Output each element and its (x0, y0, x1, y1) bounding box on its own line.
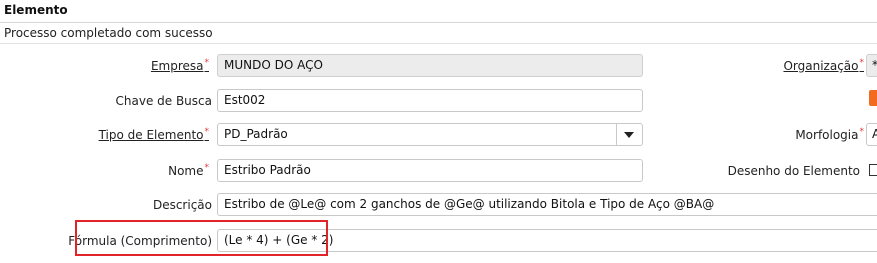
orange-action-icon[interactable] (869, 90, 877, 106)
status-message: Processo completado com sucesso (4, 26, 213, 40)
nome-label: Nome* (168, 163, 210, 178)
organizacao-field: * (866, 54, 877, 77)
desenho-checkbox[interactable] (869, 164, 877, 176)
window-title: Elemento (4, 3, 68, 17)
chave-input[interactable]: Est002 (217, 89, 643, 112)
morfologia-label: Morfologia* (795, 127, 865, 142)
empresa-field: MUNDO DO AÇO (217, 54, 643, 77)
morfologia-select[interactable]: A (866, 123, 877, 146)
tipo-select[interactable]: PD_Padrão (217, 123, 643, 146)
required-marker: * (204, 127, 210, 137)
window-header: Elemento (0, 0, 877, 23)
chevron-down-icon[interactable] (616, 124, 642, 145)
required-marker: * (204, 58, 210, 68)
tipo-label[interactable]: Tipo de Elemento* (99, 127, 210, 142)
descricao-label: Descrição (152, 198, 212, 212)
highlight-box (75, 220, 328, 256)
organizacao-label[interactable]: Organização* (783, 58, 865, 73)
empresa-label[interactable]: Empresa* (151, 58, 210, 73)
required-marker: * (204, 163, 210, 173)
tipo-select-value: PD_Padrão (224, 127, 288, 141)
chave-label: Chave de Busca (115, 94, 213, 108)
desenho-label: Desenho do Elemento (727, 164, 860, 178)
divider (0, 43, 877, 44)
nome-input[interactable]: Estribo Padrão (217, 159, 643, 182)
required-marker: * (859, 127, 865, 137)
descricao-input[interactable]: Estribo de @Le@ com 2 ganchos de @Ge@ ut… (217, 193, 877, 216)
required-marker: * (859, 58, 865, 68)
